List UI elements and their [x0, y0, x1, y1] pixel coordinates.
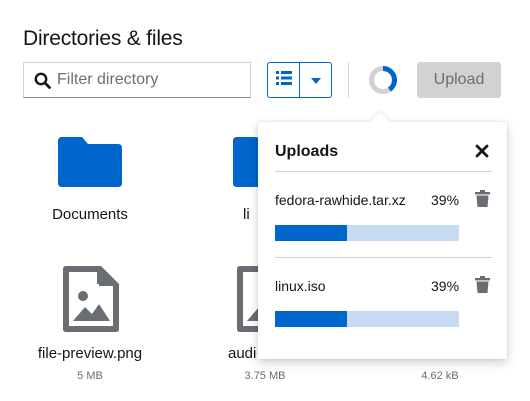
upload-progress-bar [275, 225, 459, 241]
filter-directory-field[interactable] [23, 62, 251, 98]
list-view-button[interactable] [268, 63, 299, 97]
search-icon [32, 70, 52, 90]
upload-file-name: fedora-rawhide.tar.xz [275, 192, 406, 208]
upload-percent: 39% [431, 192, 460, 208]
divider [275, 171, 492, 172]
file-item-documents[interactable]: Documents [40, 206, 140, 223]
upload-progress-indicator[interactable] [367, 64, 399, 96]
view-options-dropdown-button[interactable] [299, 63, 331, 97]
trash-icon [475, 276, 490, 297]
close-icon [475, 144, 489, 162]
divider [275, 257, 492, 258]
file-name: Documents [52, 206, 128, 223]
view-mode-toggle [267, 62, 332, 98]
cancel-upload-button[interactable] [475, 190, 490, 207]
trash-icon [475, 190, 490, 211]
file-size: 5 MB [77, 370, 103, 382]
toolbar-divider [348, 62, 349, 98]
file-size: 4.62 kB [421, 370, 459, 382]
upload-progress-fill [275, 311, 347, 327]
upload-progress-bar [275, 311, 459, 327]
cancel-upload-button[interactable] [475, 276, 490, 293]
file-name: file-preview.png [37, 345, 143, 362]
popover-title: Uploads [275, 143, 339, 160]
filter-directory-input[interactable] [57, 71, 247, 89]
upload-percent: 39% [431, 278, 460, 294]
image-file-icon[interactable] [63, 266, 119, 337]
page-title: Directories & files [23, 27, 183, 50]
upload-progress-fill [275, 225, 347, 241]
circular-progress-icon [367, 65, 399, 100]
file-size: 3.75 MB [244, 370, 286, 382]
list-icon [275, 70, 292, 90]
folder-icon[interactable] [58, 137, 122, 192]
close-button[interactable] [475, 144, 489, 158]
uploads-popover: Uploads fedora-rawhide.tar.xz 39% linux.… [258, 112, 507, 359]
upload-button[interactable]: Upload [417, 62, 501, 98]
upload-file-name: linux.iso [275, 278, 326, 294]
file-item-file-preview[interactable]: file-preview.png 5 MB [20, 345, 160, 382]
caret-down-icon [310, 71, 321, 89]
